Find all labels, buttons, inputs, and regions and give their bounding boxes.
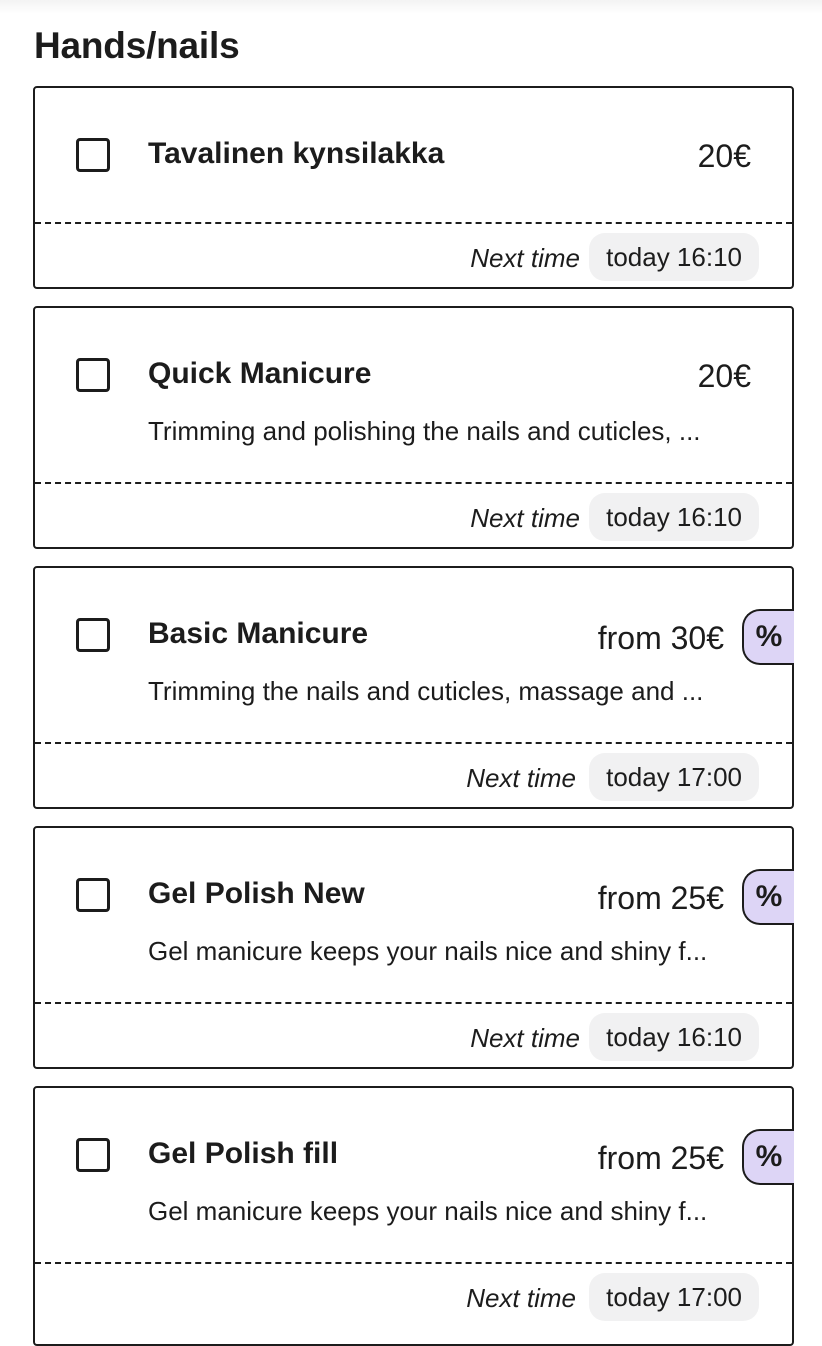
next-time-label: Next time (470, 243, 580, 273)
service-checkbox[interactable] (76, 138, 110, 172)
service-description: Gel manicure keeps your nails nice and s… (148, 936, 708, 966)
next-time-label: Next time (466, 763, 576, 793)
section-title: Hands/nails (34, 25, 240, 66)
next-time-label: Next time (470, 503, 580, 533)
next-time-label: Next time (470, 1023, 580, 1053)
service-price: 20€ (697, 358, 751, 394)
service-checkbox[interactable] (76, 618, 110, 652)
service-checkbox[interactable] (76, 358, 110, 392)
service-name: Basic Manicure (148, 617, 369, 650)
next-time-label: Next time (466, 1283, 576, 1313)
service-checkbox[interactable] (76, 1138, 110, 1172)
percent-icon: % (742, 1129, 794, 1185)
service-price: 20€ (697, 138, 751, 174)
percent-icon: % (742, 869, 794, 925)
card-divider (35, 482, 792, 484)
card-divider (35, 1262, 792, 1264)
service-description: Gel manicure keeps your nails nice and s… (148, 1196, 708, 1226)
service-price: from 25€ (597, 880, 724, 916)
service-card[interactable]: Gel Polish fill from 25€ % Gel manicure … (33, 1086, 794, 1346)
service-price: from 25€ (597, 1140, 724, 1176)
next-time-slot[interactable]: today 16:10 (589, 1013, 759, 1061)
service-card[interactable]: Tavalinen kynsilakka 20€ Next time today… (33, 86, 794, 289)
card-divider (35, 742, 792, 744)
percent-icon: % (742, 609, 794, 665)
service-description: Trimming and polishing the nails and cut… (148, 416, 701, 446)
service-checkbox[interactable] (76, 878, 110, 912)
service-name: Gel Polish New (148, 877, 365, 910)
next-time-slot[interactable]: today 17:00 (589, 753, 759, 801)
next-time-slot[interactable]: today 17:00 (589, 1273, 759, 1321)
service-card[interactable]: Quick Manicure 20€ Trimming and polishin… (33, 306, 794, 549)
service-description: Trimming the nails and cuticles, massage… (148, 676, 704, 706)
service-name: Quick Manicure (148, 357, 372, 390)
header-shadow (0, 0, 822, 14)
service-card[interactable]: Basic Manicure from 30€ % Trimming the n… (33, 566, 794, 809)
card-divider (35, 1002, 792, 1004)
service-card[interactable]: Gel Polish New from 25€ % Gel manicure k… (33, 826, 794, 1069)
service-name: Gel Polish fill (148, 1137, 339, 1170)
next-time-slot[interactable]: today 16:10 (589, 493, 759, 541)
card-divider (35, 222, 792, 224)
service-name: Tavalinen kynsilakka (148, 137, 445, 170)
next-time-slot[interactable]: today 16:10 (589, 233, 759, 281)
service-price: from 30€ (597, 620, 724, 656)
